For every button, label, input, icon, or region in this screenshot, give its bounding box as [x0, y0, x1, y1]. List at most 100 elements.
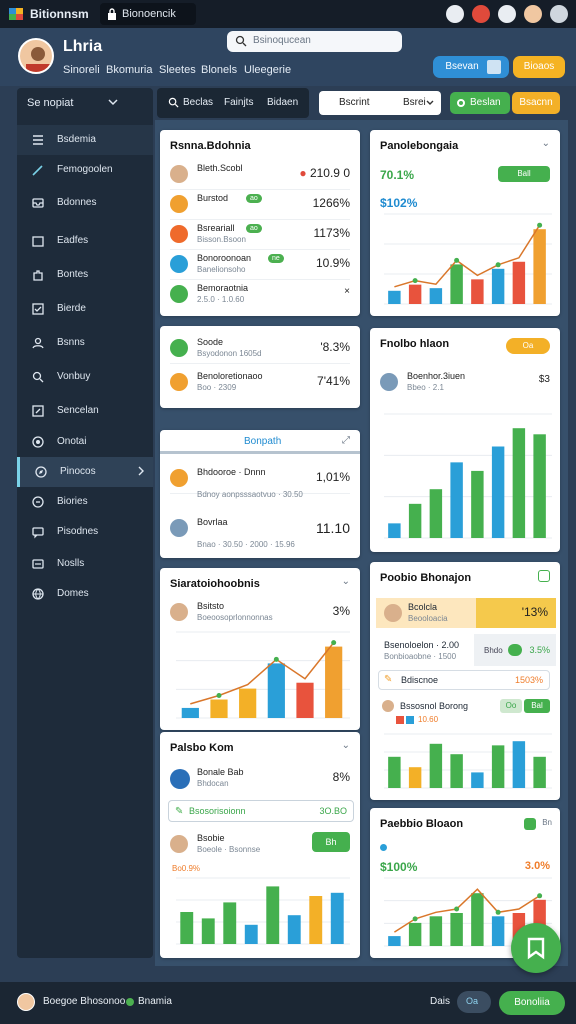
filter-select[interactable]: Bscrint Bsrei — [319, 91, 441, 115]
sidebar-item-label: Biories — [57, 496, 88, 507]
avatar — [384, 604, 402, 622]
list-item[interactable]: Bleth.Scobl ● 210.9 0 — [170, 160, 350, 190]
browser-tab[interactable]: Bionoencik — [100, 3, 196, 25]
chat-fab-button[interactable] — [511, 923, 561, 973]
chevron-down-icon[interactable]: ⌄ — [342, 576, 350, 587]
settings-icon[interactable] — [550, 5, 568, 23]
bar-line-chart — [176, 631, 350, 719]
subnav-item[interactable]: Bkomuria — [106, 64, 152, 76]
sidebar-header[interactable]: Se nopiat — [17, 88, 153, 118]
sidebar-item[interactable]: Pisodnes — [17, 517, 153, 547]
list-item[interactable]: Bemoraotnia 2.5.0 · 1.0.60 × — [170, 280, 350, 310]
toggle-badge[interactable]: Oa — [506, 338, 550, 354]
search-icon — [235, 35, 247, 47]
list-item[interactable]: Bssosnol Borong 10.60 Oo Bal — [376, 698, 556, 728]
subnav-item[interactable]: Sleetes — [159, 64, 196, 76]
filter-tab[interactable]: Bidaen — [267, 97, 298, 108]
list-item[interactable]: Benoloretionaoo Boo · 2309 7'41% — [170, 368, 350, 398]
list-item[interactable]: Bonoroonoan ne Banelionsoho 10.9% — [170, 250, 350, 280]
primary-action-button[interactable]: Bonoliia — [499, 991, 565, 1015]
sidebar-item[interactable]: Pinocos — [17, 457, 153, 487]
sidebar-item[interactable]: Vonbuy — [17, 362, 153, 392]
tab-title: Bionoencik — [122, 8, 176, 20]
subnav-item[interactable]: Sinoreli — [63, 64, 100, 76]
list-item[interactable]: Soode Bsyodonon 1605d '8.3% — [170, 334, 350, 364]
sidebar-item-label: Bdonnes — [57, 197, 97, 208]
chart-bar — [408, 503, 422, 538]
sidebar-item[interactable]: Eadfes — [17, 226, 153, 256]
search-input[interactable]: Bsinoqucean — [227, 31, 402, 52]
list-item[interactable]: Boenhor.3iuen Bbeo · 2.1 $3 — [380, 368, 550, 398]
primary-button[interactable]: Bsevan — [433, 56, 509, 78]
sidebar-item[interactable]: Bsnns — [17, 328, 153, 358]
list-item[interactable]: Bhdooroe · Dnnn Bdnoy aonpsssaotvuo · 30… — [170, 464, 350, 499]
chart-card-right-lower: Poobio Bhonajon Bcolcla Beooloacia '13% … — [370, 562, 560, 800]
chart-bar — [450, 462, 463, 538]
user-avatar[interactable] — [18, 38, 54, 74]
chart-bar — [471, 279, 484, 304]
app-name: Bitionnsm — [30, 7, 89, 21]
sidebar-item[interactable]: Bierde — [17, 294, 153, 324]
highlight-row[interactable]: Bcolcla Beooloacia '13% — [376, 598, 556, 628]
subnav-item[interactable]: Blonels — [201, 64, 237, 76]
chart-point — [273, 656, 279, 662]
chart-bar — [223, 902, 237, 944]
screen-icon — [487, 60, 501, 74]
sidebar-item[interactable]: Bontes — [17, 260, 153, 290]
status-pill-yellow[interactable]: Bsacnn — [512, 92, 560, 114]
shield-icon[interactable] — [446, 5, 464, 23]
list-item[interactable]: Bsobie Boeole · Bsonnse Bh — [170, 830, 350, 860]
info-icon[interactable] — [538, 570, 550, 582]
avatar — [170, 255, 188, 273]
toggle-switch[interactable]: Oa — [457, 991, 491, 1013]
chart-bar — [429, 288, 443, 304]
avatar — [382, 700, 394, 712]
status-pill-green[interactable]: Beslan — [450, 92, 510, 114]
alert-icon[interactable] — [472, 5, 490, 23]
profile-avatar[interactable] — [524, 5, 542, 23]
toggle-switch[interactable] — [508, 644, 522, 656]
chart-bar — [408, 767, 422, 788]
sidebar-item[interactable]: Sencelan — [17, 396, 153, 426]
chart-bar — [408, 922, 422, 946]
list-item[interactable]: Bovrlaa Bnao · 30.50 · 2000 · 15.96 11.1… — [170, 514, 350, 549]
chart-bar — [512, 428, 526, 538]
filter-tab[interactable]: Fainjts — [224, 97, 253, 108]
bar-chart — [384, 733, 552, 789]
subnav-item[interactable]: Uleegerie — [244, 64, 291, 76]
list-item[interactable]: Bonale Bab Bhdocan 8% — [170, 764, 350, 794]
avatar[interactable] — [17, 993, 35, 1011]
link-row[interactable]: ✎ Bsosorisoionn 3O.BO — [168, 800, 354, 822]
sidebar-item[interactable]: Bsdemia — [17, 125, 153, 155]
extension-icon[interactable] — [498, 5, 516, 23]
chart-bar — [239, 688, 257, 718]
filter-tab[interactable]: Beclas — [183, 97, 213, 108]
sidebar-item[interactable]: Femogoolen — [17, 155, 153, 185]
sidebar-item[interactable]: Bdonnes — [17, 188, 153, 218]
action-button[interactable]: Bh — [312, 832, 350, 852]
list-item[interactable]: Bsenoloelon · 2.00 Bonbioaobne · 1500 Bh… — [376, 634, 556, 666]
close-icon[interactable]: × — [344, 286, 350, 297]
users-icon — [32, 337, 44, 349]
chart-bar — [408, 284, 422, 304]
list-item[interactable]: ✎ Bdiscnoe 1503% — [378, 670, 550, 690]
chart-point — [454, 257, 460, 263]
chart-point — [537, 222, 543, 228]
avatar — [170, 603, 188, 621]
sidebar-item[interactable]: Biories — [17, 487, 153, 517]
list-item[interactable]: Burstod ao 1266% — [170, 190, 350, 220]
legend-swatch — [406, 716, 414, 724]
chevron-down-icon[interactable]: ⌄ — [542, 138, 550, 149]
sidebar-item-label: Bontes — [57, 269, 89, 280]
sidebar-item[interactable]: Onotai — [17, 427, 153, 457]
chevron-down-icon[interactable]: ⌄ — [342, 740, 350, 751]
chart-point — [412, 278, 418, 284]
sidebar-item[interactable]: Noslls — [17, 549, 153, 579]
list-item[interactable]: Bsitsto Boeoosoprlonnonnas 3% — [170, 598, 350, 628]
filter-badge[interactable]: Ball — [498, 166, 550, 182]
secondary-button[interactable]: Bioaos — [513, 56, 565, 78]
card-tab-bar[interactable]: Bonpath ⤢ — [160, 430, 360, 454]
list-item[interactable]: Bsreariall ao Bisson.Bsoon 1173% — [170, 220, 350, 250]
sidebar-item[interactable]: Domes — [17, 579, 153, 609]
expand-icon[interactable]: ⤢ — [342, 435, 350, 446]
